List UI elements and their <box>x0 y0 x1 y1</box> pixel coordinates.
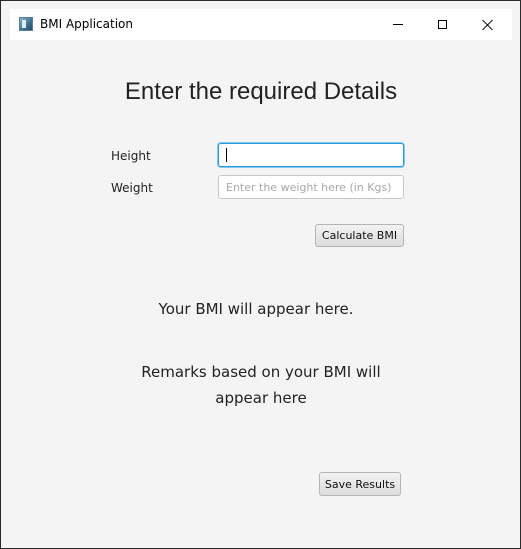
page-title: Enter the required Details <box>124 78 398 105</box>
maximize-button[interactable] <box>420 9 465 40</box>
close-button[interactable] <box>465 9 510 40</box>
bmi-result-text: Your BMI will appear here. <box>158 300 354 318</box>
minimize-button[interactable] <box>375 9 420 40</box>
content-pane: Enter the required Details Height Weight… <box>10 40 512 541</box>
height-label: Height <box>111 149 151 163</box>
title-bar[interactable]: BMI Application <box>10 9 512 40</box>
weight-input[interactable] <box>218 175 404 199</box>
remarks-text-container: Remarks based on your BMI will appear he… <box>10 359 512 411</box>
app-window-icon <box>19 17 33 31</box>
minimize-icon <box>392 24 403 25</box>
weight-label: Weight <box>111 181 153 195</box>
remarks-text: Remarks based on your BMI will appear he… <box>141 363 381 407</box>
calculate-bmi-button[interactable]: Calculate BMI <box>315 224 404 247</box>
maximize-icon <box>438 20 447 29</box>
close-icon <box>482 19 494 31</box>
app-window: BMI Application Enter the required Detai… <box>0 0 521 549</box>
save-results-button[interactable]: Save Results <box>319 472 401 496</box>
window-title: BMI Application <box>40 17 133 31</box>
height-input[interactable] <box>218 143 404 167</box>
text-caret <box>226 148 227 162</box>
